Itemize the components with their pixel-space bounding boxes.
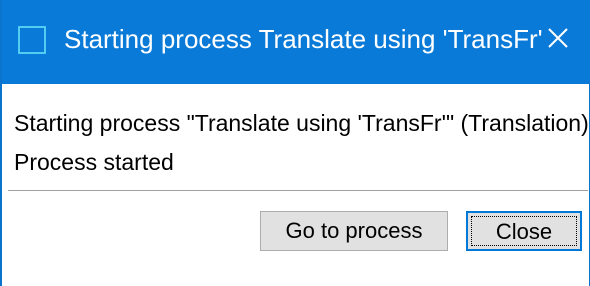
status-detail: Process started bbox=[14, 149, 174, 175]
close-button-label: Close bbox=[495, 219, 553, 244]
close-icon bbox=[548, 28, 568, 48]
process-dialog: Starting process Translate using 'TransF… bbox=[0, 0, 590, 286]
window-icon bbox=[18, 26, 46, 54]
title-bar[interactable]: Starting process Translate using 'TransF… bbox=[2, 0, 590, 84]
go-to-process-button[interactable]: Go to process bbox=[260, 211, 448, 251]
close-button[interactable]: Close bbox=[466, 211, 582, 251]
divider bbox=[8, 190, 588, 191]
window-title: Starting process Translate using 'TransF… bbox=[64, 24, 543, 54]
status-message: Starting process "Translate using 'Trans… bbox=[14, 110, 590, 136]
close-window-button[interactable] bbox=[538, 18, 578, 58]
